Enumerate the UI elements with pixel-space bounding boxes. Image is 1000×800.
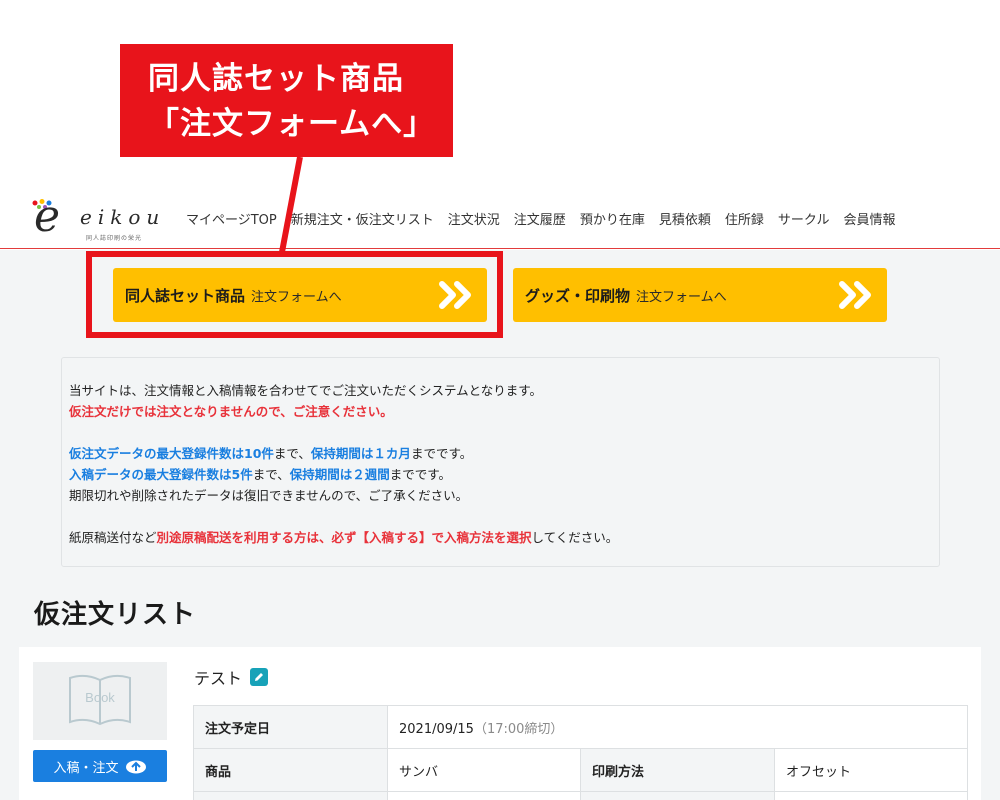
book-thumbnail: Book bbox=[33, 662, 167, 740]
nav-mypage-top[interactable]: マイページTOP bbox=[186, 209, 277, 228]
annotation-highlight-box bbox=[86, 251, 503, 338]
page-title: 仮注文リスト bbox=[34, 600, 197, 630]
notice-limit-uploads: 入稿データの最大登録件数は5件まで、保持期間は２週間までです。 bbox=[69, 467, 451, 482]
goods-button-subtitle: 注文フォームへ bbox=[636, 289, 727, 305]
product-value: サンバ bbox=[387, 748, 581, 792]
notice-limit-orders: 仮注文データの最大登録件数は10件まで、保持期間は１カ月までです。 bbox=[69, 446, 473, 461]
callout-line-2: 「注文フォームへ」 bbox=[148, 106, 436, 142]
notice-warning: 仮注文だけでは注文となりませんので、ご注意ください。 bbox=[69, 404, 393, 419]
nav-member-info[interactable]: 会員情報 bbox=[843, 209, 895, 228]
order-deadline: （17:00締切） bbox=[473, 721, 564, 737]
nav-estimate[interactable]: 見積依頼 bbox=[659, 209, 711, 228]
double-chevron-right-icon bbox=[839, 281, 871, 309]
print-method-value: オフセット bbox=[774, 748, 968, 792]
nav-stock[interactable]: 預かり在庫 bbox=[580, 209, 645, 228]
table-row bbox=[193, 791, 968, 800]
eikou-logo[interactable]: e eikou 同人誌印刷の栄光 bbox=[32, 191, 172, 242]
annotation-callout: 同人誌セット商品 「注文フォームへ」 bbox=[120, 44, 453, 157]
notice-paper-manuscript: 紙原稿送付など別途原稿配送を利用する方は、必ず【入稿する】で入稿方法を選択してく… bbox=[69, 530, 619, 545]
product-label: 商品 bbox=[193, 748, 388, 792]
logo-tagline: 同人誌印刷の栄光 bbox=[86, 235, 143, 242]
book-icon: Book bbox=[69, 674, 131, 726]
cloud-upload-icon bbox=[125, 760, 146, 774]
upload-order-label: 入稿・注文 bbox=[53, 760, 119, 776]
goods-order-button[interactable]: グッズ・印刷物 注文フォームへ bbox=[513, 268, 887, 322]
item-name: テスト bbox=[194, 669, 243, 688]
nav-order-status[interactable]: 注文状況 bbox=[448, 209, 500, 228]
nav-order-history[interactable]: 注文履歴 bbox=[514, 209, 566, 228]
order-date-label: 注文予定日 bbox=[193, 705, 388, 749]
table-row: 注文予定日 2021/09/15（17:00締切） bbox=[193, 705, 968, 749]
notice-line: 期限切れや削除されたデータは復旧できませんので、ご了承ください。 bbox=[69, 488, 469, 503]
goods-button-title: グッズ・印刷物 bbox=[525, 286, 631, 305]
list-item: Book 入稿・注文 テスト 注文予定日 2021/09/15（17:00締切）… bbox=[19, 647, 981, 800]
logo-mark: e bbox=[34, 191, 61, 242]
edit-pencil-icon[interactable] bbox=[250, 668, 269, 686]
order-info-table: 注文予定日 2021/09/15（17:00締切） 商品 サンバ 印刷方法 オフ… bbox=[193, 705, 968, 800]
logo-wordmark: eikou bbox=[80, 205, 166, 229]
site-header: e eikou 同人誌印刷の栄光 マイページTOP 新規注文・仮注文リスト 注文… bbox=[0, 185, 1000, 249]
main-nav: マイページTOP 新規注文・仮注文リスト 注文状況 注文履歴 預かり在庫 見積依… bbox=[186, 209, 910, 228]
callout-line-1: 同人誌セット商品 bbox=[148, 61, 404, 97]
nav-address-book[interactable]: 住所録 bbox=[725, 209, 764, 228]
order-date-value: 2021/09/15（17:00締切） bbox=[387, 705, 968, 749]
notice-panel: 当サイトは、注文情報と入稿情報を合わせてでご注文いただくシステムとなります。 仮… bbox=[61, 357, 940, 567]
upload-order-button[interactable]: 入稿・注文 bbox=[33, 750, 167, 782]
table-row: 商品 サンバ 印刷方法 オフセット bbox=[193, 748, 968, 792]
nav-circle[interactable]: サークル bbox=[778, 209, 830, 228]
notice-line: 当サイトは、注文情報と入稿情報を合わせてでご注文いただくシステムとなります。 bbox=[69, 383, 543, 398]
print-method-label: 印刷方法 bbox=[580, 748, 775, 792]
item-title: テスト bbox=[194, 665, 269, 689]
nav-new-order[interactable]: 新規注文・仮注文リスト bbox=[291, 209, 434, 228]
thumb-label: Book bbox=[85, 690, 115, 705]
